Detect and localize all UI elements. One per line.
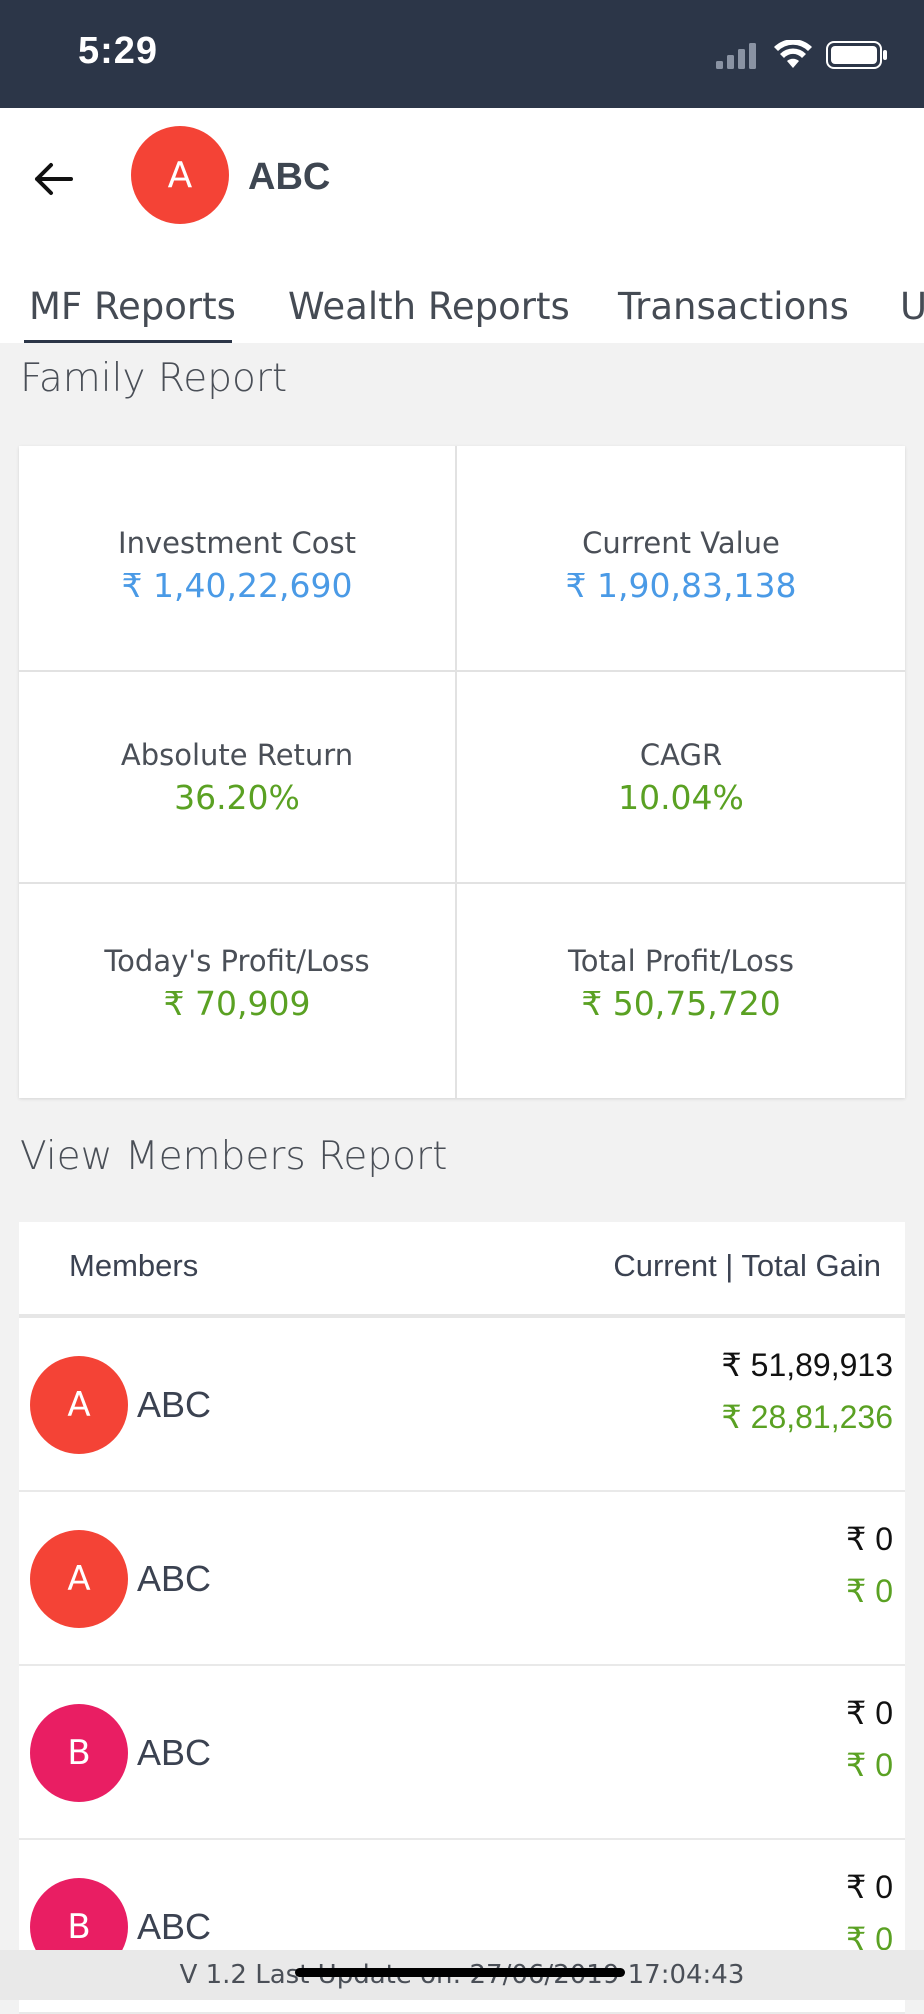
current-value-label: Current Value: [582, 526, 780, 560]
members-column-header: Members: [69, 1248, 199, 1283]
investment-cost-value: ₹ 1,40,22,690: [121, 566, 353, 605]
todays-profit-loss-card: Today's Profit/Loss ₹ 70,909: [19, 944, 455, 1023]
todays-profit-loss-value: ₹ 70,909: [163, 984, 311, 1023]
family-report-title: Family Report: [20, 356, 288, 401]
member-name: ABC: [137, 1558, 212, 1599]
total-profit-loss-value: ₹ 50,75,720: [581, 984, 781, 1023]
back-arrow-icon: [33, 162, 73, 200]
absolute-return-card: Absolute Return 36.20%: [19, 738, 455, 817]
cagr-label: CAGR: [639, 738, 723, 772]
member-total-gain: ₹ 28,81,236: [721, 1399, 893, 1435]
total-profit-loss-card: Total Profit/Loss ₹ 50,75,720: [457, 944, 905, 1023]
table-row[interactable]: A ABC ₹ 0 ₹ 0: [19, 1492, 905, 1666]
home-indicator[interactable]: [295, 1968, 625, 1977]
absolute-return-label: Absolute Return: [120, 738, 354, 772]
investment-cost-card: Investment Cost ₹ 1,40,22,690: [19, 526, 455, 605]
status-time: 5:29: [78, 30, 159, 72]
tab-next[interactable]: U: [900, 285, 924, 328]
member-total-gain: ₹ 0: [845, 1573, 893, 1609]
member-current-value: ₹ 0: [845, 1695, 893, 1731]
avatar: A: [131, 126, 229, 224]
todays-profit-loss-label: Today's Profit/Loss: [104, 944, 370, 978]
tab-bar: MF Reports Wealth Reports Transactions U: [0, 273, 924, 343]
battery-icon: [826, 40, 888, 74]
member-name: ABC: [137, 1384, 212, 1425]
cagr-card: CAGR 10.04%: [457, 738, 905, 817]
back-button[interactable]: [28, 156, 78, 206]
current-value-value: ₹ 1,90,83,138: [565, 566, 797, 605]
investment-cost-label: Investment Cost: [118, 526, 356, 560]
wifi-icon: [774, 39, 812, 74]
member-name: ABC: [137, 1732, 212, 1773]
table-row[interactable]: A ABC ₹ 51,89,913 ₹ 28,81,236: [19, 1318, 905, 1492]
members-report-title: View Members Report: [20, 1134, 448, 1179]
status-bar: 5:29: [0, 0, 924, 108]
avatar: A: [30, 1530, 128, 1628]
member-current-value: ₹ 51,89,913: [721, 1347, 893, 1383]
cagr-value: 10.04%: [618, 778, 744, 817]
tab-mf-reports[interactable]: MF Reports: [29, 285, 236, 328]
gain-column-header: Current | Total Gain: [613, 1248, 881, 1283]
tab-transactions[interactable]: Transactions: [618, 285, 849, 328]
active-tab-indicator: [24, 340, 232, 343]
total-profit-loss-label: Total Profit/Loss: [568, 944, 794, 978]
table-row[interactable]: B ABC ₹ 0 ₹ 0: [19, 1666, 905, 1840]
page-title: ABC: [248, 156, 331, 198]
status-icons: [716, 39, 888, 74]
members-table: Members Current | Total Gain A ABC ₹ 51,…: [19, 1222, 905, 2014]
signal-icon: [716, 41, 760, 73]
app-header: A ABC MF Reports Wealth Reports Transact…: [0, 108, 924, 343]
grid-divider: [19, 882, 905, 884]
tab-wealth-reports[interactable]: Wealth Reports: [288, 285, 570, 328]
absolute-return-value: 36.20%: [174, 778, 300, 817]
member-total-gain: ₹ 0: [845, 1747, 893, 1783]
avatar: A: [30, 1356, 128, 1454]
grid-divider: [19, 670, 905, 672]
avatar: B: [30, 1704, 128, 1802]
current-value-card: Current Value ₹ 1,90,83,138: [457, 526, 905, 605]
member-name: ABC: [137, 1906, 212, 1947]
member-current-value: ₹ 0: [845, 1521, 893, 1557]
member-current-value: ₹ 0: [845, 1869, 893, 1905]
summary-grid: Investment Cost ₹ 1,40,22,690 Current Va…: [19, 446, 905, 1098]
members-table-header: Members Current | Total Gain: [19, 1222, 905, 1318]
